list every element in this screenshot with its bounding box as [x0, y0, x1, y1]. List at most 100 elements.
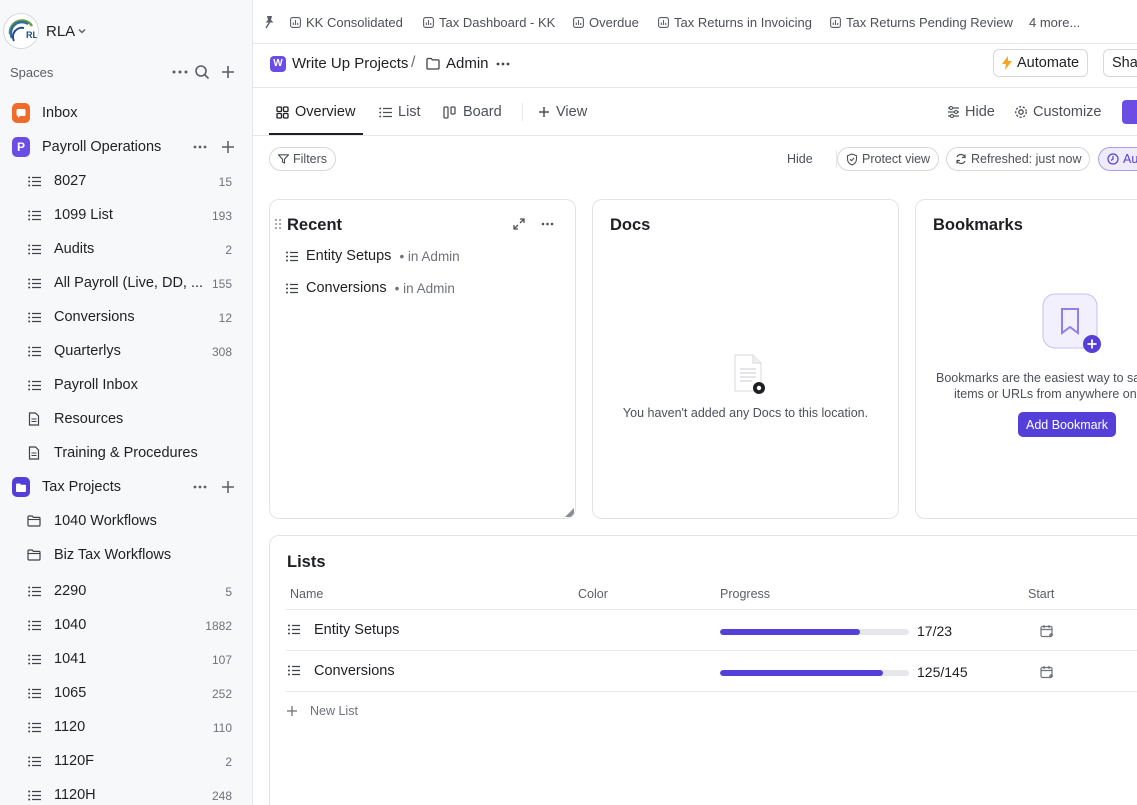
progress-bar [720, 629, 909, 635]
drag-handle-icon[interactable] [275, 219, 281, 229]
more-icon[interactable] [193, 478, 207, 496]
column-header-color[interactable]: Color [578, 587, 608, 601]
breadcrumb-space-label: Write Up Projects [292, 55, 409, 72]
space-icon: P [12, 137, 30, 157]
more-icon[interactable] [193, 138, 207, 156]
table-row[interactable]: Conversions 125/145 [286, 652, 1137, 692]
folder-icon [25, 546, 43, 564]
sidebar-item[interactable]: Biz Tax Workflows [0, 538, 252, 572]
tab-list[interactable]: List [379, 104, 421, 120]
sidebar-item-label: Payroll Operations [42, 139, 162, 155]
sidebar-item[interactable]: Quarterlys 308 [0, 334, 252, 368]
bookmark-link[interactable]: 4 more... [1029, 15, 1080, 30]
recent-item[interactable]: Conversions • in Admin [286, 280, 455, 296]
column-header-progress[interactable]: Progress [720, 587, 770, 601]
list-icon [25, 342, 43, 360]
space-tax-projects[interactable]: Tax Projects [0, 470, 252, 504]
sidebar-item[interactable]: 2290 5 [0, 574, 252, 608]
calendar-icon[interactable] [1040, 665, 1054, 679]
hide-filters-button[interactable]: Hide [787, 152, 813, 166]
lists-card: Lists Name Color Progress Start Entity S… [269, 535, 1137, 805]
sidebar-item[interactable]: 1065 252 [0, 676, 252, 710]
calendar-icon[interactable] [1040, 624, 1054, 638]
more-icon[interactable] [496, 62, 510, 66]
accent-button[interactable] [1122, 100, 1137, 124]
automate-button[interactable]: Automate [993, 49, 1089, 77]
item-count: 12 [218, 311, 232, 325]
workspace-switcher[interactable]: RL RLA [0, 0, 252, 62]
lightning-icon [1002, 56, 1012, 70]
sidebar-item[interactable]: Payroll Inbox [0, 368, 252, 402]
divider [286, 650, 1137, 651]
space-payroll-operations[interactable]: P Payroll Operations [0, 130, 252, 164]
sidebar-item[interactable]: 1099 List 193 [0, 198, 252, 232]
add-bookmark-button[interactable]: Add Bookmark [1018, 412, 1116, 437]
search-icon[interactable] [193, 63, 211, 81]
plus-icon [286, 705, 298, 717]
hide-button[interactable]: Hide [947, 104, 995, 120]
sidebar-item[interactable]: All Payroll (Live, DD, ... 155 [0, 266, 252, 300]
sidebar-item[interactable]: 1120H 248 [0, 778, 252, 805]
sidebar-item[interactable]: 1040 1882 [0, 608, 252, 642]
bookmark-link[interactable]: Overdue [573, 15, 639, 30]
add-view-button[interactable]: View [538, 104, 587, 120]
sidebar-item[interactable]: 8027 15 [0, 164, 252, 198]
auto-refresh-button[interactable]: Au [1098, 147, 1137, 171]
sidebar-item[interactable]: 1120 110 [0, 710, 252, 744]
sidebar-item[interactable]: Resources [0, 402, 252, 436]
share-button[interactable]: Sha [1103, 49, 1137, 77]
column-header-name[interactable]: Name [290, 587, 323, 601]
more-icon[interactable] [541, 222, 554, 226]
recent-item-location: • in Admin [399, 248, 460, 264]
page-header: W Write Up Projects / Admin Automate Sha [253, 44, 1137, 88]
bookmark-link[interactable]: Tax Dashboard - KK [423, 15, 555, 30]
item-count: 252 [211, 687, 232, 701]
sidebar-item[interactable]: Audits 2 [0, 232, 252, 266]
customize-button[interactable]: Customize [1014, 104, 1102, 120]
bookmark-link[interactable]: Tax Returns Pending Review [830, 15, 1013, 30]
docs-card: Docs You haven't added any Docs to this … [592, 199, 899, 519]
protect-view-button[interactable]: Protect view [837, 147, 940, 171]
sidebar-item[interactable]: 1041 107 [0, 642, 252, 676]
list-icon [25, 650, 43, 668]
resize-handle-icon[interactable] [565, 508, 574, 517]
tab-overview[interactable]: Overview [276, 104, 355, 120]
dashboard-icon [830, 17, 841, 28]
refresh-button[interactable]: Refreshed: just now [946, 147, 1091, 171]
plus-icon[interactable] [219, 63, 237, 81]
bookmark-link[interactable]: Tax Returns in Invoicing [658, 15, 812, 30]
sidebar-item-label: Tax Projects [42, 479, 121, 495]
list-name: Entity Setups [314, 622, 400, 638]
share-label: Sha [1112, 55, 1137, 71]
bookmark-label: KK Consolidated [306, 15, 403, 30]
recent-item[interactable]: Entity Setups • in Admin [286, 248, 460, 264]
filter-icon [278, 154, 289, 164]
column-header-start[interactable]: Start [1028, 587, 1054, 601]
bookmark-label: Tax Returns in Invoicing [674, 15, 813, 30]
divider [286, 691, 1137, 692]
board-icon [443, 105, 457, 119]
dashboard-icon [423, 17, 434, 28]
breadcrumb-folder[interactable]: Admin [426, 55, 489, 72]
sidebar-item[interactable]: 1040 Workflows [0, 504, 252, 538]
divider [522, 103, 523, 121]
tab-board[interactable]: Board [443, 104, 502, 120]
more-icon[interactable] [171, 63, 189, 81]
filters-button[interactable]: Filters [269, 147, 337, 171]
plus-icon[interactable] [221, 478, 235, 496]
sidebar-item[interactable]: 1120F 2 [0, 744, 252, 778]
sidebar-item-inbox[interactable]: Inbox [0, 96, 252, 130]
plus-icon[interactable] [221, 138, 235, 156]
breadcrumb-space[interactable]: W Write Up Projects [270, 55, 408, 72]
expand-icon[interactable] [513, 218, 525, 230]
list-icon [379, 107, 392, 118]
item-count: 155 [211, 277, 232, 291]
sidebar-item-label: 1099 List [54, 207, 113, 223]
list-icon [25, 172, 43, 190]
sidebar-item[interactable]: Conversions 12 [0, 300, 252, 334]
new-list-button[interactable]: New List [286, 704, 358, 718]
sidebar-item[interactable]: Training & Procedures [0, 436, 252, 470]
table-row[interactable]: Entity Setups 17/23 [286, 611, 1137, 651]
bookmark-link[interactable]: KK Consolidated [290, 15, 403, 30]
pin-icon[interactable] [263, 15, 275, 29]
